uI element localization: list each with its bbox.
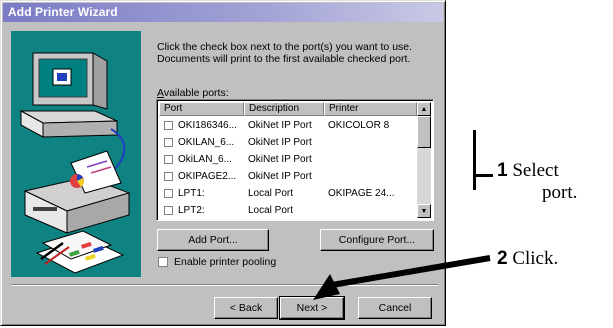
window-title: Add Printer Wizard <box>8 5 118 19</box>
port-checkbox[interactable] <box>164 189 173 198</box>
scroll-up-button[interactable]: ▲ <box>417 102 431 116</box>
port-printer: OKIPAGE 24... <box>328 188 395 199</box>
port-row[interactable]: LPT2: Local Port <box>159 202 417 219</box>
scroll-down-button[interactable]: ▼ <box>417 204 431 218</box>
enable-pooling-label: Enable printer pooling <box>174 256 277 268</box>
ports-list-scrollbar[interactable]: ▲ ▼ <box>417 102 431 218</box>
port-checkbox[interactable] <box>164 172 173 181</box>
instructions-text: Click the check box next to the port(s) … <box>157 41 413 65</box>
port-row[interactable]: OKILAN_6... OkiNet IP Port <box>159 134 417 151</box>
ports-list-rows: OKI186346... OkiNet IP Port OKICOLOR 8 O… <box>159 117 417 219</box>
step-2-text: Click. <box>512 248 559 269</box>
printer-computer-illustration <box>20 52 131 274</box>
triangle-up-icon: ▲ <box>420 105 428 113</box>
port-name: LPT1: <box>178 188 205 199</box>
port-name: OkiLAN_6... <box>178 154 232 165</box>
available-ports-accel: A <box>157 87 164 99</box>
port-description: OkiNet IP Port <box>248 137 312 148</box>
port-checkbox[interactable] <box>164 206 173 215</box>
port-row[interactable]: LPT1: Local Port OKIPAGE 24... <box>159 185 417 202</box>
port-description: Local Port <box>248 205 294 216</box>
separator <box>11 284 438 286</box>
port-checkbox[interactable] <box>164 138 173 147</box>
scroll-thumb[interactable] <box>417 116 431 148</box>
column-header-printer[interactable]: Printer <box>324 102 417 116</box>
back-button[interactable]: < Back <box>214 297 278 319</box>
port-checkbox[interactable] <box>164 121 173 130</box>
step-1-text-line1: Select <box>512 160 559 181</box>
column-header-port[interactable]: Port <box>159 102 244 116</box>
wizard-illustration <box>11 31 141 277</box>
step-1-text-line2: port. <box>542 182 578 203</box>
port-name: OKI186346... <box>178 120 237 131</box>
callout-step-2: 2 Click. <box>497 248 558 270</box>
callout-bracket-stem <box>473 174 493 177</box>
ports-list[interactable]: Port Description Printer OKI186346... Ok… <box>156 99 434 221</box>
port-description: OkiNet IP Port <box>248 171 312 182</box>
enable-pooling-checkbox[interactable] <box>158 257 168 267</box>
port-description: Local Port <box>248 188 294 199</box>
title-bar[interactable]: Add Printer Wizard <box>3 3 443 22</box>
step-1-number: 1 <box>497 160 508 181</box>
next-button[interactable]: Next > <box>279 296 345 320</box>
port-checkbox[interactable] <box>164 155 173 164</box>
available-ports-rest: vailable ports: <box>163 87 229 99</box>
available-ports-label: Available ports: <box>157 87 229 99</box>
port-row[interactable]: OKIPAGE2... OkiNet IP Port <box>159 168 417 185</box>
add-printer-wizard-dialog: Add Printer Wizard Click the check box n… <box>0 0 446 326</box>
port-row[interactable]: OkiLAN_6... OkiNet IP Port <box>159 151 417 168</box>
cancel-button[interactable]: Cancel <box>358 297 432 319</box>
port-printer: OKICOLOR 8 <box>328 120 390 131</box>
column-header-description[interactable]: Description <box>244 102 324 116</box>
callout-bracket <box>473 130 476 190</box>
add-port-button[interactable]: Add Port... <box>157 229 269 251</box>
port-name: OKIPAGE2... <box>178 171 237 182</box>
port-description: OkiNet IP Port <box>248 154 312 165</box>
callout-step-1: 1 Select port. <box>497 160 613 204</box>
enable-printer-pooling[interactable]: Enable printer pooling <box>158 256 276 268</box>
configure-port-button[interactable]: Configure Port... <box>320 229 434 251</box>
ports-list-header: Port Description Printer <box>159 102 417 116</box>
step-2-number: 2 <box>497 248 508 269</box>
port-name: OKILAN_6... <box>178 137 235 148</box>
port-row[interactable]: OKI186346... OkiNet IP Port OKICOLOR 8 <box>159 117 417 134</box>
triangle-down-icon: ▼ <box>420 207 428 215</box>
port-name: LPT2: <box>178 205 205 216</box>
port-description: OkiNet IP Port <box>248 120 312 131</box>
